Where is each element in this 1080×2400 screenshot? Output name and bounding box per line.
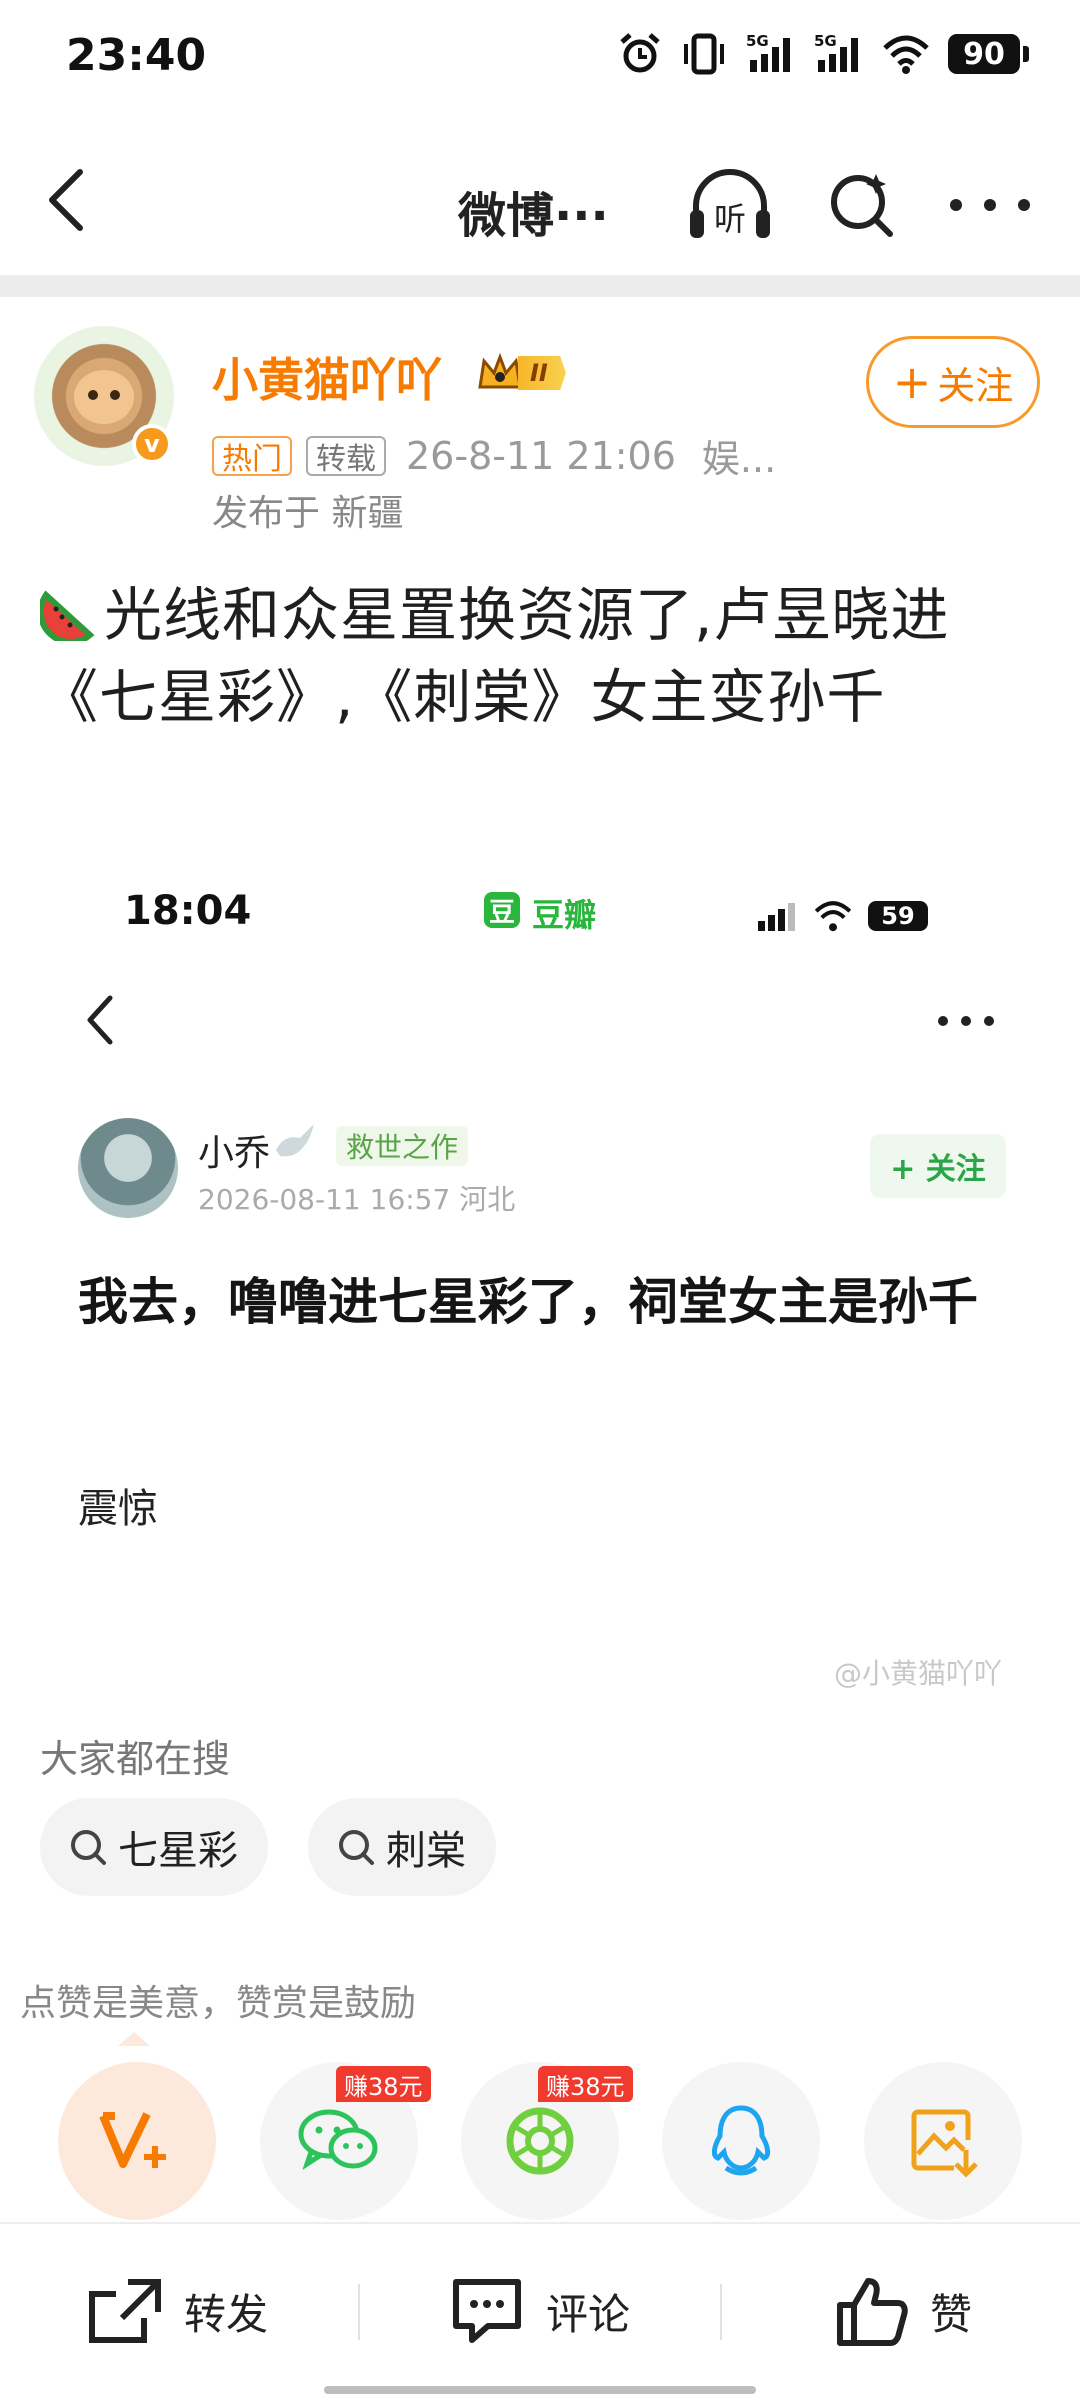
hot-tag: 热门 (212, 435, 292, 477)
avatar-face (74, 370, 134, 424)
top-nav-bar: 微博··· 听 (0, 110, 1080, 275)
comment-button[interactable]: 评论 (450, 2266, 630, 2356)
post-text-content: 光线和众星置换资源了,卢昱晓进《七星彩》,《刺棠》女主变孙千 (40, 581, 950, 731)
back-icon[interactable] (38, 160, 98, 240)
divider (358, 2284, 360, 2340)
status-icons: 5G 5G 90 (618, 32, 1029, 76)
alarm-icon (620, 33, 660, 73)
hot-search-heading: 大家都在搜 (40, 1737, 231, 1781)
watermelon-icon (40, 590, 95, 641)
qq-icon (711, 2105, 771, 2176)
image-post-body: 震惊 (78, 1486, 158, 1532)
like-button[interactable]: 赞 (836, 2266, 972, 2356)
image-status-time: 18:04 (124, 888, 252, 934)
avatar[interactable]: v (34, 326, 174, 466)
image-follow-button: + 关注 (870, 1134, 1006, 1198)
dove-icon (276, 1124, 314, 1157)
plus-icon: + (892, 355, 932, 409)
save-image-icon (911, 2109, 978, 2178)
signal-icon: 5G (814, 32, 864, 74)
post-meta: 热门 转载 26-8-11 21:06 娱... (212, 428, 776, 483)
search-icon (339, 1830, 374, 1865)
crown-icon (478, 352, 522, 389)
like-label: 赞 (930, 2289, 973, 2339)
page-title: 微博··· (458, 188, 609, 244)
follow-button[interactable]: + 关注 (866, 336, 1040, 428)
image-status-icons: 59 (756, 900, 928, 932)
reward-icon (99, 2112, 166, 2168)
hot-search-label: 刺棠 (386, 1828, 466, 1874)
repost-label: 转发 (184, 2289, 269, 2339)
listen-label: 听 (714, 200, 746, 238)
comment-label: 评论 (546, 2289, 631, 2339)
post-text: 光线和众星置换资源了,卢昱晓进《七星彩》,《刺棠》女主变孙千 (40, 574, 1050, 738)
hot-search-chip[interactable]: 刺棠 (308, 1798, 496, 1896)
status-bar: 23:40 5G 5G 90 (0, 0, 1080, 110)
reward-button[interactable] (58, 2062, 216, 2220)
search-icon[interactable] (826, 168, 898, 240)
verified-badge-icon: v (132, 424, 172, 464)
image-watermark: @小黄猫吖吖 (834, 1657, 1003, 1690)
author-name[interactable]: 小黄猫吖吖 (212, 344, 442, 410)
wifi-icon (814, 901, 852, 932)
hot-search-chip[interactable]: 七星彩 (40, 1798, 268, 1896)
douban-app-name: 豆瓣 (532, 896, 597, 934)
status-time: 23:40 (66, 30, 207, 81)
search-icon (71, 1830, 106, 1865)
battery-icon: 90 (948, 34, 1029, 74)
listen-icon: 听 (690, 169, 770, 238)
earn-badge: 赚38元 (336, 2066, 431, 2102)
image-post-title: 我去，噜噜进七星彩了，祠堂女主是孙千 (78, 1273, 978, 1331)
image-user-tag: 救世之作 (336, 1126, 469, 1166)
image-user-name: 小乔 (198, 1133, 271, 1174)
vip-level: II (518, 356, 566, 390)
thumbs-up-icon (837, 2278, 908, 2346)
avatar (78, 1118, 178, 1218)
appreciate-prompt: 点赞是美意，赞赏是鼓励 (20, 1983, 417, 2024)
repost-button[interactable]: 转发 (88, 2266, 268, 2356)
listen-button[interactable]: 听 (686, 166, 774, 246)
more-icon[interactable] (950, 190, 1030, 220)
follow-label: 关注 (937, 363, 1014, 408)
battery-icon: 59 (868, 901, 928, 931)
prompt-pointer (118, 2032, 150, 2046)
more-icon (938, 1016, 994, 1030)
wechat-icon (298, 2109, 378, 2170)
share-qq-button[interactable] (662, 2062, 820, 2220)
repost-icon (89, 2279, 161, 2343)
divider (0, 275, 1080, 297)
repost-tag: 转载 (306, 435, 386, 477)
vip-badge[interactable]: II (476, 350, 566, 396)
post-source: 娱... (701, 437, 777, 481)
divider (720, 2284, 722, 2340)
image-post-date: 2026-08-11 16:57 河北 (198, 1183, 516, 1216)
vibrate-icon (684, 33, 724, 75)
wifi-icon (883, 35, 929, 74)
signal-icon: 5G (746, 32, 796, 74)
post-location: 发布于 新疆 (212, 493, 404, 534)
earn-badge: 赚38元 (538, 2066, 633, 2102)
signal-icon (758, 903, 795, 931)
moments-icon (506, 2107, 574, 2175)
douban-logo-icon: 豆 (484, 892, 520, 928)
home-indicator[interactable] (324, 2386, 756, 2394)
save-image-button[interactable] (864, 2062, 1022, 2220)
hot-search-label: 七星彩 (118, 1828, 238, 1874)
post-time: 26-8-11 21:06 (406, 433, 676, 478)
comment-icon (453, 2279, 521, 2343)
divider (0, 2222, 1080, 2224)
back-icon (87, 995, 113, 1045)
